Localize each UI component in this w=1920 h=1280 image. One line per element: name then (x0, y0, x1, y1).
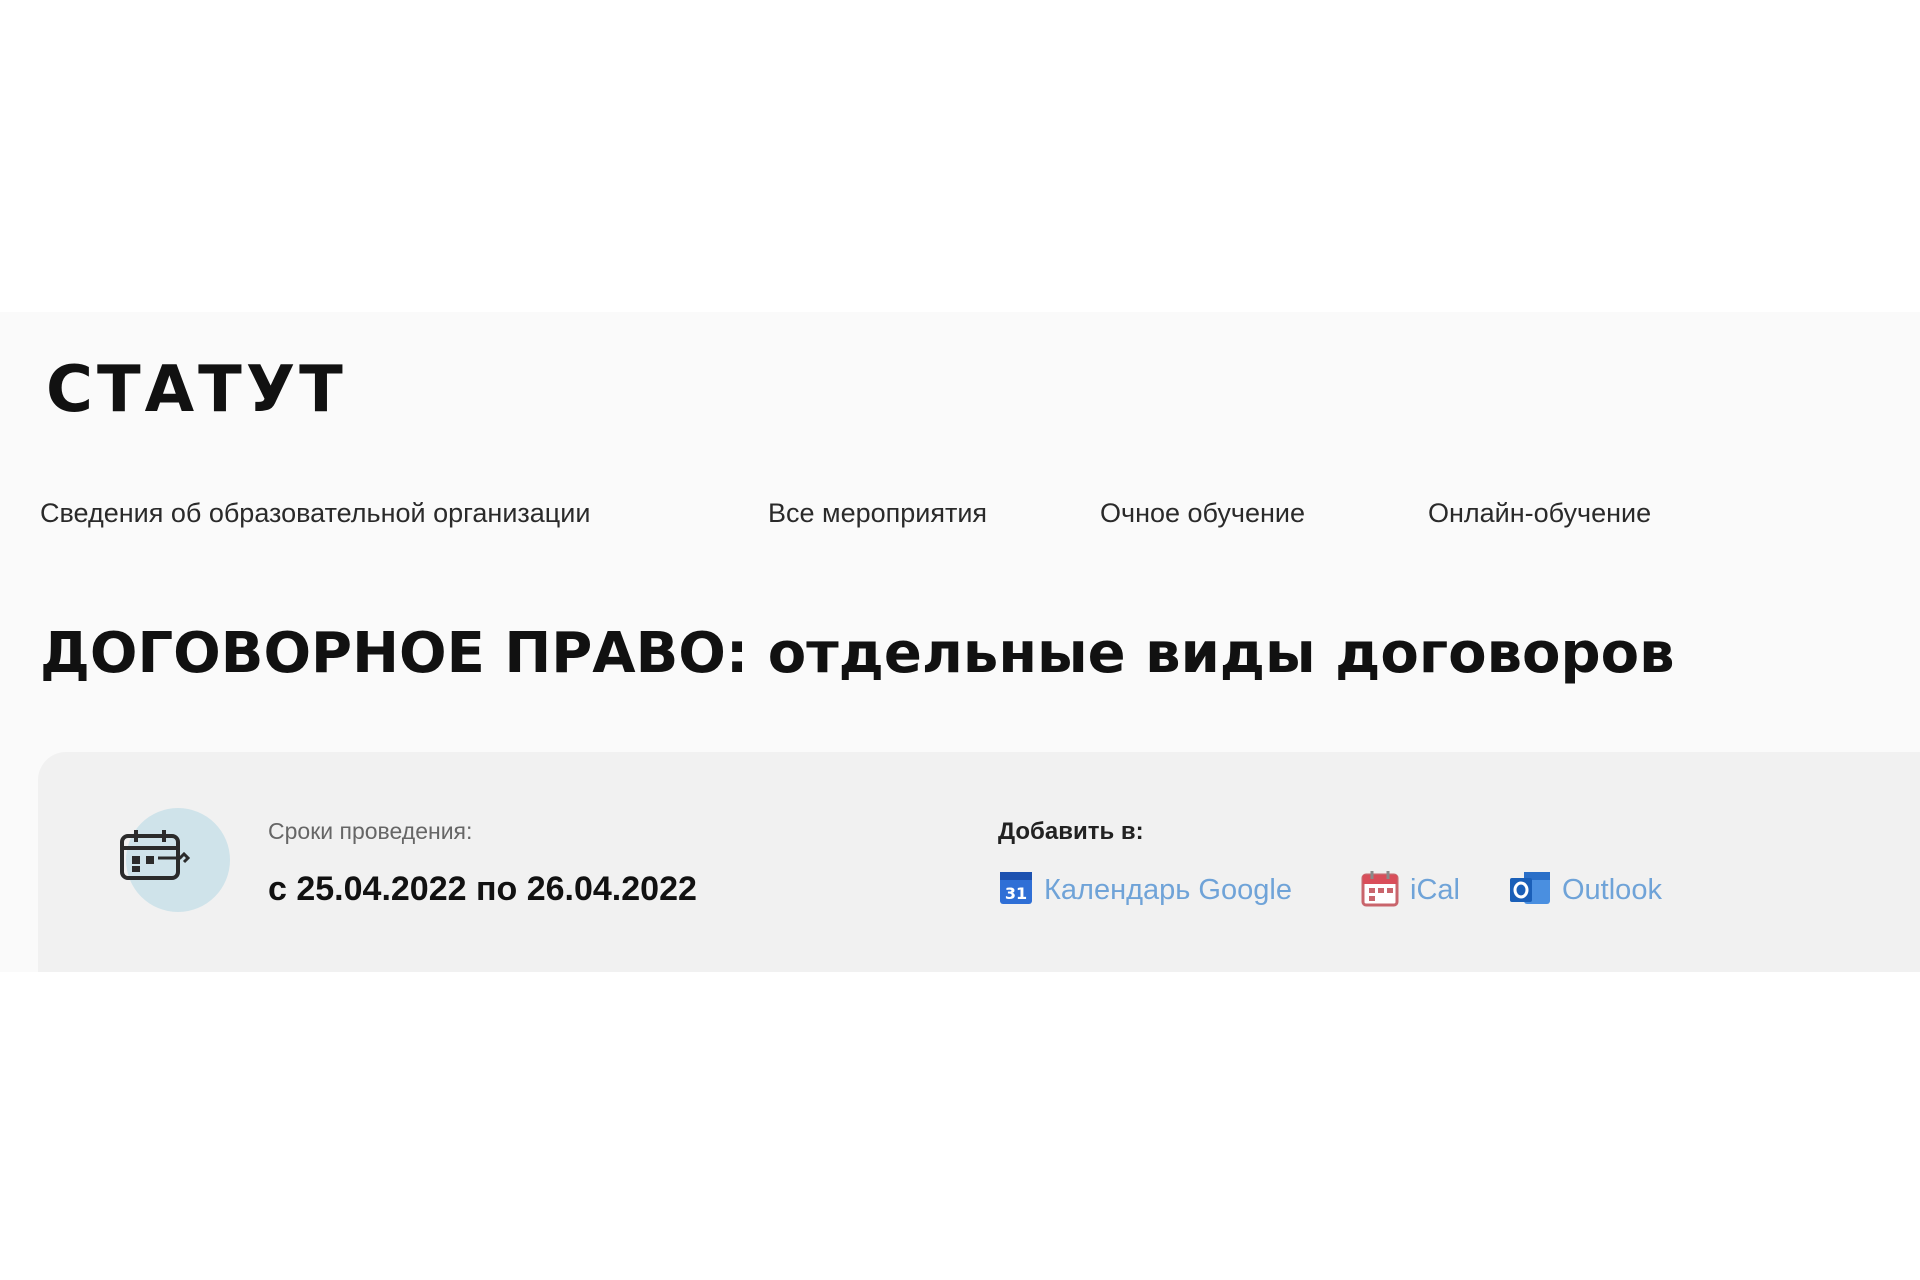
dates-label: Сроки проведения: (268, 818, 473, 844)
calendar-icon (120, 808, 230, 912)
outlook-icon (1508, 868, 1552, 913)
site-logo[interactable]: СТАТУТ (46, 358, 347, 422)
nav-item-all-events[interactable]: Все мероприятия (768, 498, 987, 529)
dates-value: с 25.04.2022 по 26.04.2022 (268, 870, 697, 908)
ical-icon (1360, 869, 1400, 912)
google-calendar-icon: 31 (998, 870, 1034, 911)
event-info-card: Сроки проведения: с 25.04.2022 по 26.04.… (38, 752, 1920, 972)
outlook-label: Outlook (1562, 873, 1662, 906)
nav-item-online-training[interactable]: Онлайн-обучение (1428, 498, 1651, 529)
ical-label: iCal (1410, 873, 1460, 906)
add-to-calendar-label: Добавить в: (998, 818, 1144, 845)
page-content: СТАТУТ Сведения об образовательной орган… (0, 312, 1920, 972)
add-outlook-link[interactable]: Outlook (1508, 870, 1662, 910)
google-calendar-label: Календарь Google (1044, 873, 1292, 906)
add-google-calendar-link[interactable]: 31 Календарь Google (998, 870, 1292, 910)
add-ical-link[interactable]: iCal (1360, 870, 1460, 910)
nav-item-organization-info[interactable]: Сведения об образовательной организации (40, 498, 590, 529)
nav-item-in-person-training[interactable]: Очное обучение (1100, 498, 1305, 529)
svg-text:31: 31 (1005, 884, 1027, 903)
event-title: ДОГОВОРНОЕ ПРАВО: отдельные виды договор… (40, 621, 1675, 686)
